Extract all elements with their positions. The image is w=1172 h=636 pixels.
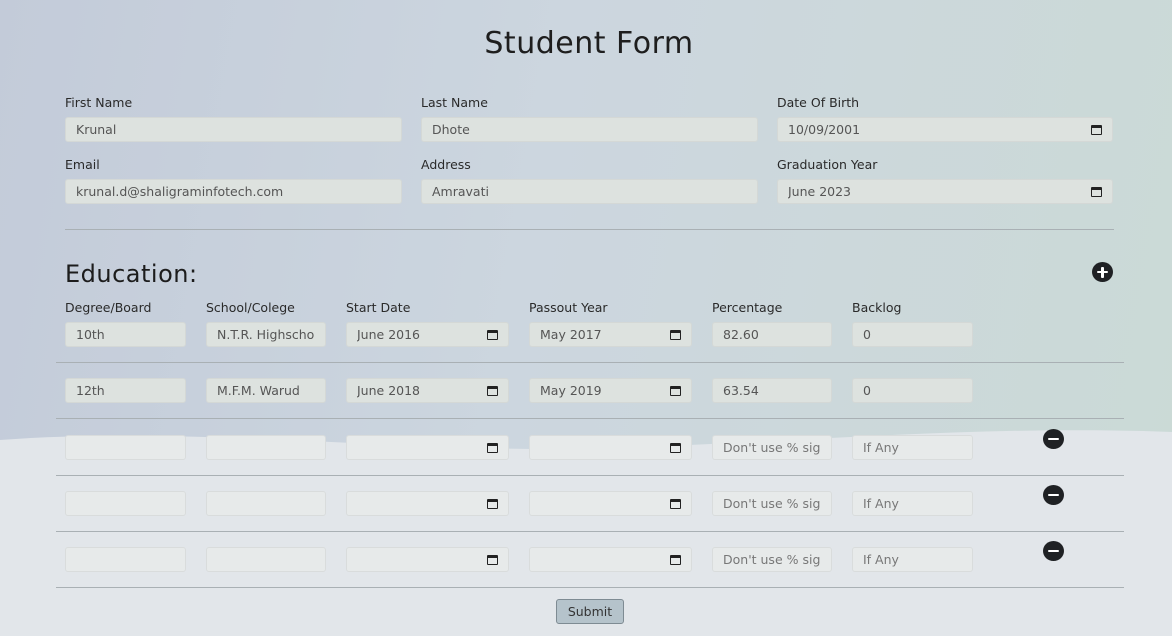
calendar-icon[interactable] <box>670 329 681 340</box>
calendar-icon[interactable] <box>670 442 681 453</box>
dob-label: Date Of Birth <box>777 95 860 110</box>
percentage-input[interactable]: Don't use % sign <box>712 435 832 460</box>
last-name-label: Last Name <box>421 95 488 110</box>
passout-year-input[interactable]: May 2019 <box>529 378 692 403</box>
start-date-input[interactable]: June 2016 <box>346 322 509 347</box>
calendar-icon[interactable] <box>487 498 498 509</box>
backlog-input[interactable]: If Any <box>852 435 973 460</box>
degree-input[interactable] <box>65 547 186 572</box>
remove-education-button[interactable] <box>1043 485 1064 505</box>
dob-input[interactable]: 10/09/2001 <box>777 117 1113 142</box>
column-backlog: Backlog <box>852 300 902 315</box>
row-divider <box>56 362 1124 363</box>
percentage-input[interactable]: 82.60 <box>712 322 832 347</box>
start-date-input[interactable] <box>346 547 509 572</box>
school-input[interactable] <box>206 435 326 460</box>
last-name-input[interactable]: Dhote <box>421 117 758 142</box>
degree-input[interactable] <box>65 491 186 516</box>
address-input[interactable]: Amravati <box>421 179 758 204</box>
calendar-icon[interactable] <box>670 385 681 396</box>
email-label: Email <box>65 157 100 172</box>
calendar-icon[interactable] <box>1091 186 1102 197</box>
passout-year-input[interactable] <box>529 435 692 460</box>
school-input[interactable]: N.T.R. Highschool <box>206 322 326 347</box>
backlog-input[interactable]: If Any <box>852 547 973 572</box>
start-date-input[interactable] <box>346 435 509 460</box>
minus-icon <box>1048 493 1059 497</box>
school-input[interactable] <box>206 491 326 516</box>
submit-button[interactable]: Submit <box>556 599 624 624</box>
degree-input[interactable]: 10th <box>65 322 186 347</box>
row-divider <box>56 418 1124 419</box>
row-divider <box>56 587 1124 588</box>
column-school: School/Colege <box>206 300 295 315</box>
graduation-year-label: Graduation Year <box>777 157 878 172</box>
calendar-icon[interactable] <box>670 554 681 565</box>
column-degree: Degree/Board <box>65 300 152 315</box>
degree-input[interactable] <box>65 435 186 460</box>
calendar-icon[interactable] <box>487 554 498 565</box>
percentage-input[interactable]: 63.54 <box>712 378 832 403</box>
school-input[interactable] <box>206 547 326 572</box>
percentage-input[interactable]: Don't use % sign <box>712 491 832 516</box>
degree-input[interactable]: 12th <box>65 378 186 403</box>
address-label: Address <box>421 157 471 172</box>
column-passout-year: Passout Year <box>529 300 608 315</box>
start-date-input[interactable] <box>346 491 509 516</box>
row-divider <box>56 531 1124 532</box>
calendar-icon[interactable] <box>1091 124 1102 135</box>
remove-education-button[interactable] <box>1043 429 1064 449</box>
minus-icon <box>1048 437 1059 441</box>
backlog-input[interactable]: 0 <box>852 322 973 347</box>
backlog-input[interactable]: 0 <box>852 378 973 403</box>
calendar-icon[interactable] <box>487 442 498 453</box>
education-title: Education: <box>65 260 198 288</box>
passout-year-input[interactable] <box>529 547 692 572</box>
minus-icon <box>1048 549 1059 553</box>
calendar-icon[interactable] <box>487 329 498 340</box>
remove-education-button[interactable] <box>1043 541 1064 561</box>
column-start-date: Start Date <box>346 300 411 315</box>
percentage-input[interactable]: Don't use % sign <box>712 547 832 572</box>
passout-year-input[interactable]: May 2017 <box>529 322 692 347</box>
calendar-icon[interactable] <box>487 385 498 396</box>
first-name-label: First Name <box>65 95 133 110</box>
plus-icon-vertical <box>1101 266 1104 278</box>
first-name-input[interactable]: Krunal <box>65 117 402 142</box>
student-form: Student Form First Name Krunal Last Name… <box>0 0 1172 636</box>
page-title: Student Form <box>484 26 694 61</box>
graduation-year-input[interactable]: June 2023 <box>777 179 1113 204</box>
email-input[interactable]: krunal.d@shaligraminfotech.com <box>65 179 402 204</box>
backlog-input[interactable]: If Any <box>852 491 973 516</box>
add-education-button[interactable] <box>1092 262 1113 282</box>
row-divider <box>56 475 1124 476</box>
calendar-icon[interactable] <box>670 498 681 509</box>
column-percentage: Percentage <box>712 300 783 315</box>
section-divider <box>65 229 1114 230</box>
school-input[interactable]: M.F.M. Warud <box>206 378 326 403</box>
passout-year-input[interactable] <box>529 491 692 516</box>
start-date-input[interactable]: June 2018 <box>346 378 509 403</box>
